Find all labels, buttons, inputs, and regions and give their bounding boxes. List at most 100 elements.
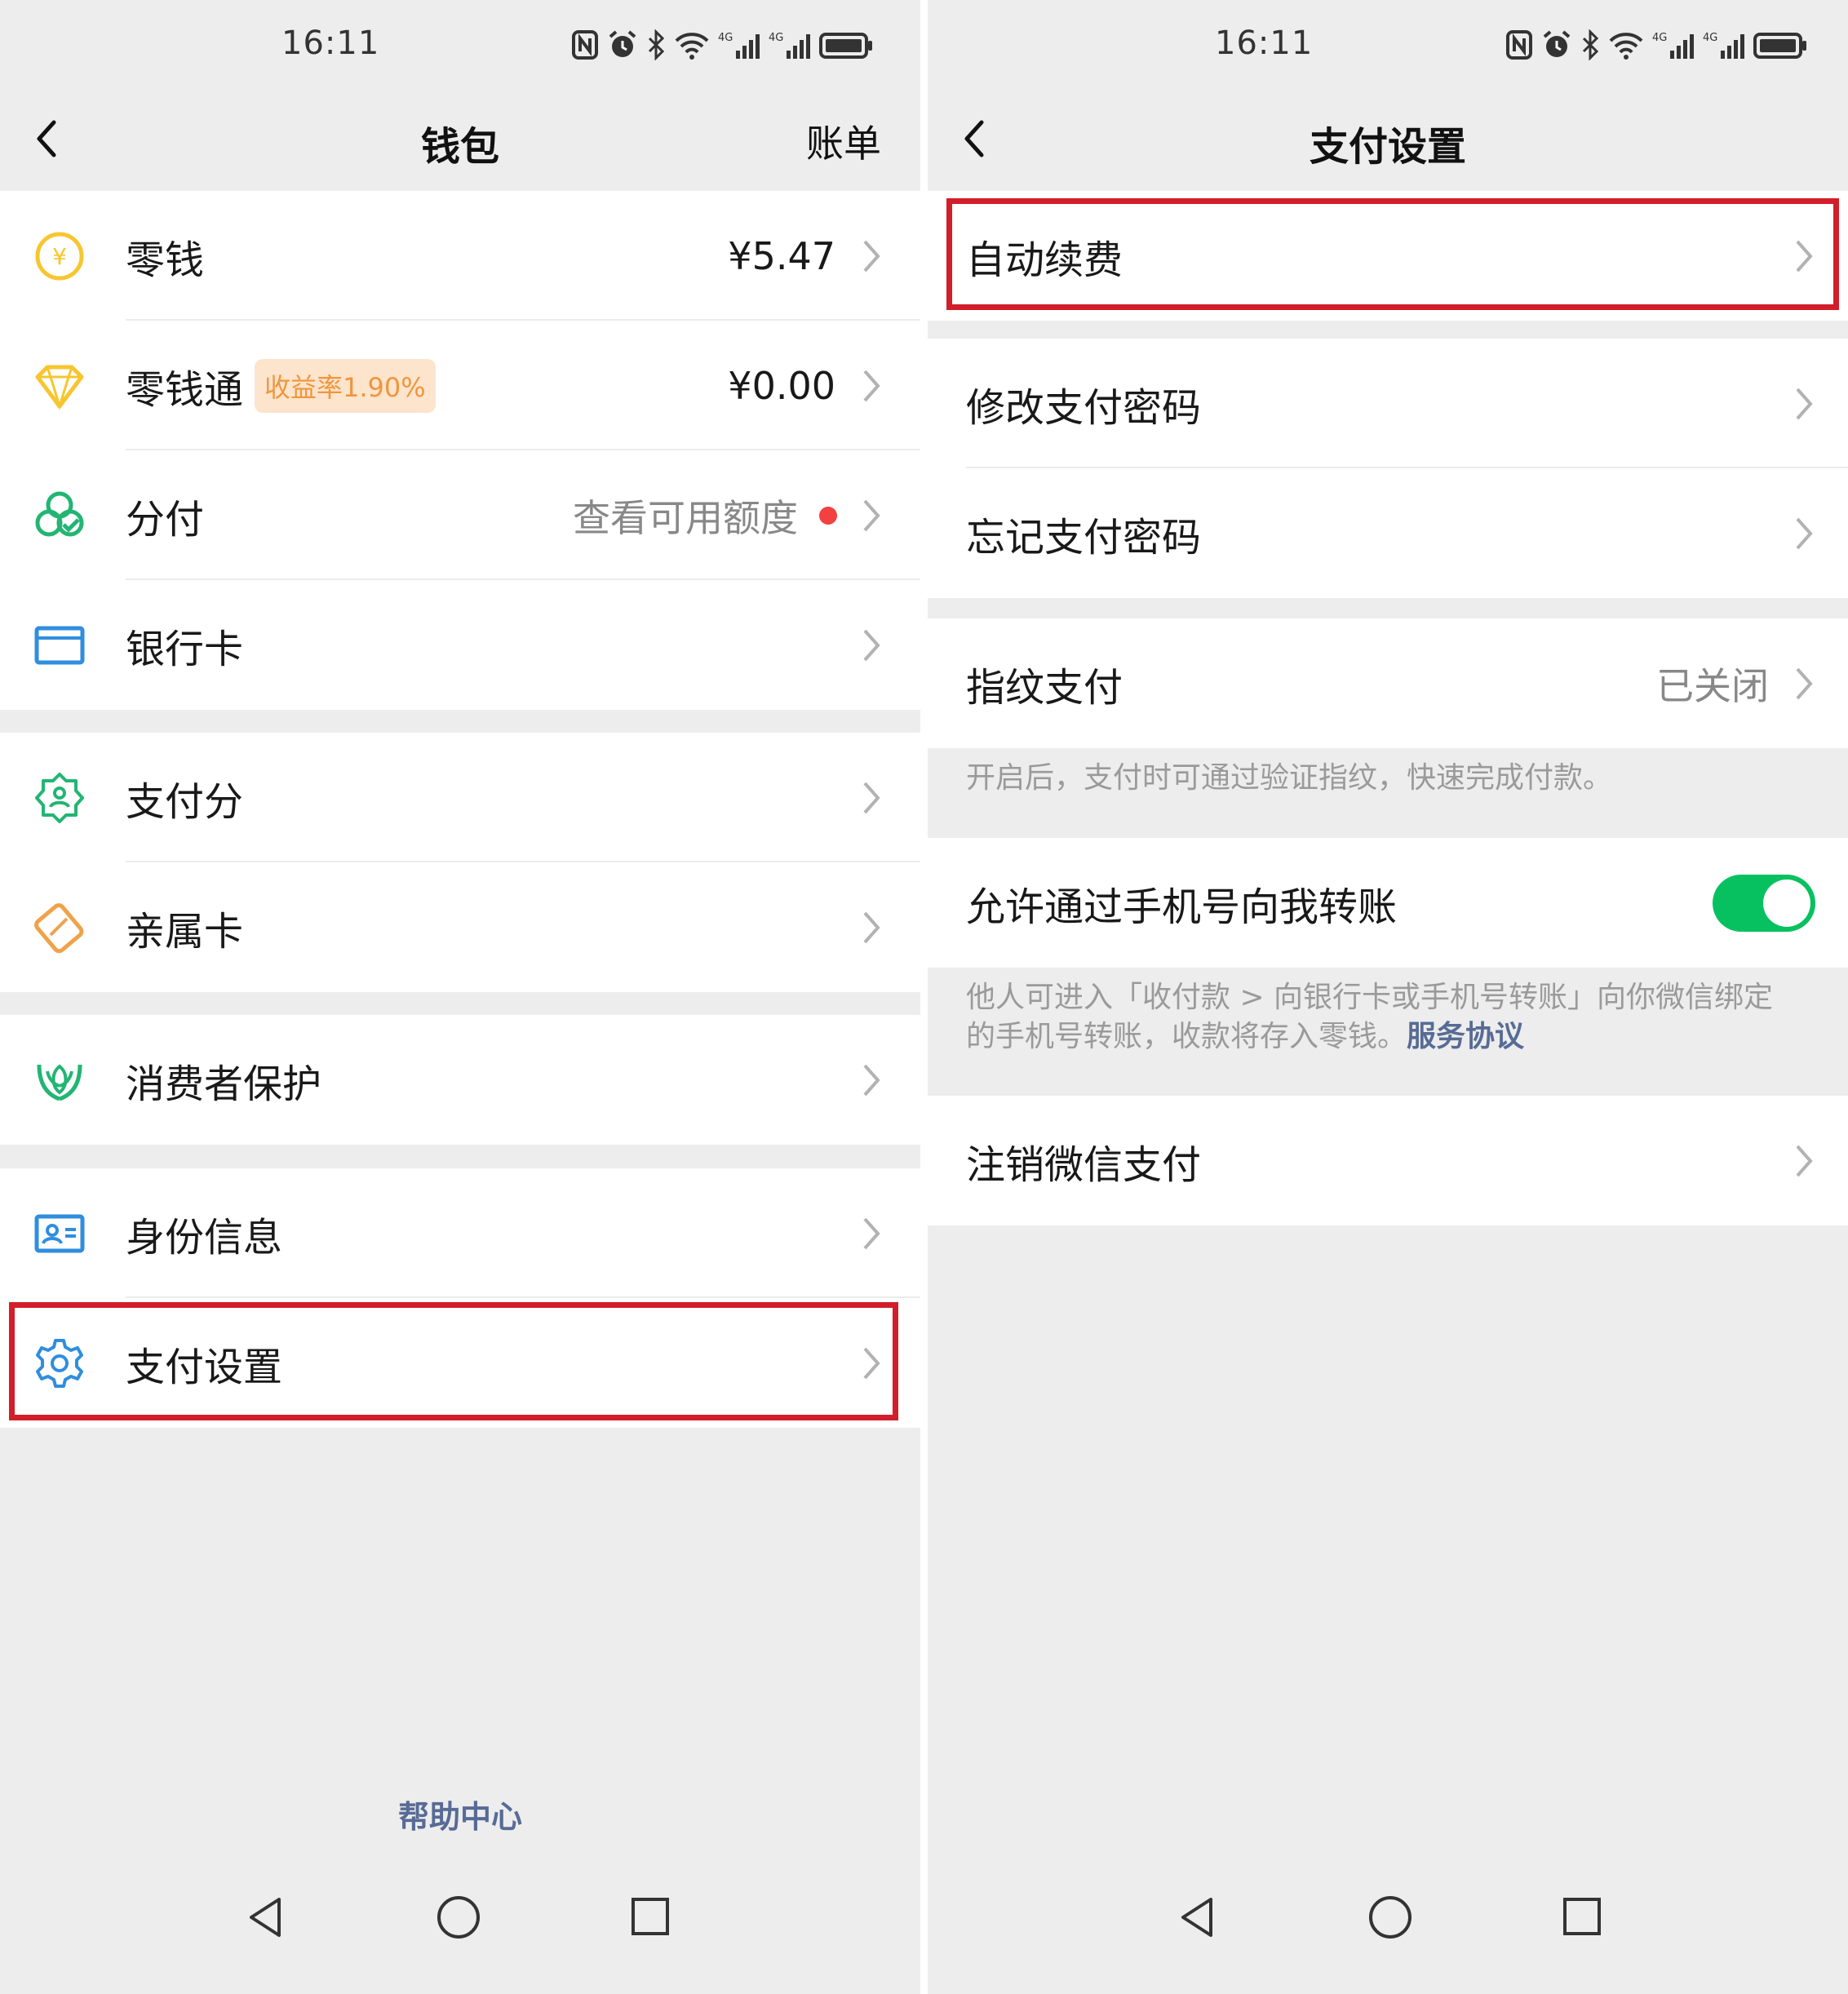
page-title: 钱包	[420, 124, 499, 170]
row-label: 支付分	[126, 778, 244, 825]
signal-4g-icon: 4G	[1652, 32, 1694, 59]
phone-transfer-toggle[interactable]	[1713, 874, 1815, 932]
battery-icon	[819, 33, 872, 59]
home-circle-icon[interactable]	[436, 1894, 481, 1940]
row-label: 修改支付密码	[966, 384, 1202, 431]
row-label: 亲属卡	[126, 908, 244, 955]
pay-settings-screen: 16:11 4G 4G 支付设置 自动续费 修改支付密码 忘记支付密码 指纹支付…	[928, 0, 1848, 1994]
battery-icon	[1753, 33, 1806, 59]
bill-button[interactable]: 账单	[806, 114, 881, 168]
row-pay-score[interactable]: 支付分	[0, 733, 920, 862]
row-phone-transfer: 允许通过手机号向我转账	[928, 838, 1848, 968]
settings-group-cancel: 注销微信支付	[928, 1096, 1848, 1225]
status-icons: 4G 4G	[1505, 24, 1807, 65]
bank-card-icon	[34, 626, 85, 664]
wallet-group-protection: 消费者保护	[0, 1015, 920, 1145]
panel-divider	[920, 0, 928, 1994]
row-cancel-wechat-pay[interactable]: 注销微信支付	[928, 1096, 1848, 1225]
row-value: ¥0.00	[728, 363, 835, 408]
system-nav-bar	[928, 1855, 1848, 1994]
nfc-icon	[1506, 30, 1532, 60]
chevron-right-icon	[863, 240, 880, 272]
fingerprint-note: 开启后，支付时可通过验证指纹，快速完成付款。	[966, 761, 1613, 795]
highlight-box	[9, 1302, 898, 1420]
wallet-screen: 16:11 4G 4G 钱包 账单 ¥ 零钱 ¥5.47 零钱通 收益率1.90…	[0, 0, 920, 1994]
row-value: 已关闭	[1656, 663, 1769, 708]
settings-group-password: 修改支付密码 忘记支付密码	[928, 339, 1848, 598]
row-identity[interactable]: 身份信息	[0, 1168, 920, 1298]
row-value: ¥5.47	[728, 233, 835, 278]
svg-text:¥: ¥	[52, 243, 67, 270]
row-label: 忘记支付密码	[966, 514, 1202, 561]
split-pay-icon	[35, 491, 84, 536]
wifi-icon	[675, 33, 709, 60]
nav-bar: 钱包 账单	[0, 90, 920, 192]
row-label: 允许通过手机号向我转账	[966, 884, 1398, 930]
recents-square-icon[interactable]	[630, 1894, 671, 1940]
bluetooth-icon	[648, 29, 665, 60]
row-family-card[interactable]: 亲属卡	[0, 862, 920, 992]
svg-text:4G: 4G	[1703, 32, 1717, 44]
chevron-right-icon	[1796, 667, 1813, 699]
row-label: 银行卡	[126, 626, 244, 672]
recents-square-icon[interactable]	[1562, 1894, 1602, 1940]
chevron-right-icon	[1796, 388, 1813, 419]
row-fingerprint-pay[interactable]: 指纹支付 已关闭	[928, 618, 1848, 748]
alarm-icon	[1543, 30, 1571, 57]
bluetooth-icon	[1582, 29, 1599, 60]
system-nav-bar	[0, 1855, 920, 1994]
chevron-right-icon	[1796, 1145, 1813, 1176]
nfc-icon	[572, 30, 598, 60]
consumer-protection-icon	[37, 1063, 82, 1101]
highlight-box	[946, 198, 1839, 310]
yield-badge: 收益率1.90%	[255, 358, 436, 413]
transfer-note: 他人可进入「收付款 > 向银行卡或手机号转账」向你微信绑定的手机号转账，收款将存…	[966, 978, 1799, 1057]
nav-bar: 支付设置	[928, 90, 1848, 192]
row-value: 查看可用额度	[573, 495, 798, 540]
chevron-right-icon	[863, 782, 880, 813]
row-label: 注销微信支付	[966, 1141, 1202, 1188]
chevron-right-icon	[1796, 517, 1813, 549]
row-change[interactable]: ¥ 零钱 ¥5.47	[0, 191, 920, 321]
status-bar: 16:11 4G 4G	[0, 0, 920, 90]
row-forgot-password[interactable]: 忘记支付密码	[928, 468, 1848, 598]
row-consumer-protection[interactable]: 消费者保护	[0, 1015, 920, 1145]
chevron-right-icon	[863, 499, 880, 531]
chevron-right-icon	[863, 370, 880, 401]
row-fenfu[interactable]: 分付 查看可用额度	[0, 450, 920, 580]
row-bank-card[interactable]: 银行卡	[0, 580, 920, 710]
settings-group-transfer: 允许通过手机号向我转账	[928, 838, 1848, 968]
transfer-note-text: 他人可进入「收付款 > 向银行卡或手机号转账」向你微信绑定的手机号转账，收款将存…	[966, 981, 1774, 1053]
row-change-password[interactable]: 修改支付密码	[928, 339, 1848, 468]
settings-group-fingerprint: 指纹支付 已关闭	[928, 618, 1848, 748]
signal-4g-icon-2: 4G	[769, 32, 810, 59]
home-circle-icon[interactable]	[1367, 1894, 1413, 1940]
chevron-right-icon	[863, 1064, 880, 1096]
row-label: 零钱通	[126, 366, 244, 413]
help-center-link[interactable]: 帮助中心	[0, 1792, 920, 1837]
wallet-group-services: 支付分 亲属卡	[0, 733, 920, 992]
pay-score-icon	[35, 772, 84, 823]
signal-4g-icon: 4G	[718, 32, 760, 59]
diamond-icon	[35, 365, 84, 410]
status-time: 16:11	[1215, 24, 1314, 62]
family-card-icon	[34, 902, 84, 953]
alarm-icon	[609, 30, 636, 57]
svg-text:4G: 4G	[769, 32, 783, 44]
toggle-knob	[1763, 879, 1810, 927]
svg-text:4G: 4G	[1652, 32, 1667, 44]
wallet-group-balance: ¥ 零钱 ¥5.47 零钱通 收益率1.90% ¥0.00 分付 查看可用额度 …	[0, 191, 920, 710]
red-dot-badge	[819, 506, 837, 525]
wifi-icon	[1609, 33, 1643, 60]
row-label: 消费者保护	[126, 1061, 322, 1107]
svg-text:4G: 4G	[718, 32, 733, 44]
back-triangle-icon[interactable]	[245, 1894, 286, 1940]
chevron-right-icon	[863, 629, 880, 661]
back-triangle-icon[interactable]	[1177, 1894, 1217, 1940]
service-agreement-link[interactable]: 服务协议	[1407, 1020, 1524, 1053]
status-time: 16:11	[281, 24, 380, 62]
row-label: 身份信息	[126, 1214, 283, 1261]
page-title: 支付设置	[1309, 124, 1466, 170]
row-lqt[interactable]: 零钱通 收益率1.90% ¥0.00	[0, 321, 920, 450]
signal-4g-icon-2: 4G	[1703, 32, 1744, 59]
